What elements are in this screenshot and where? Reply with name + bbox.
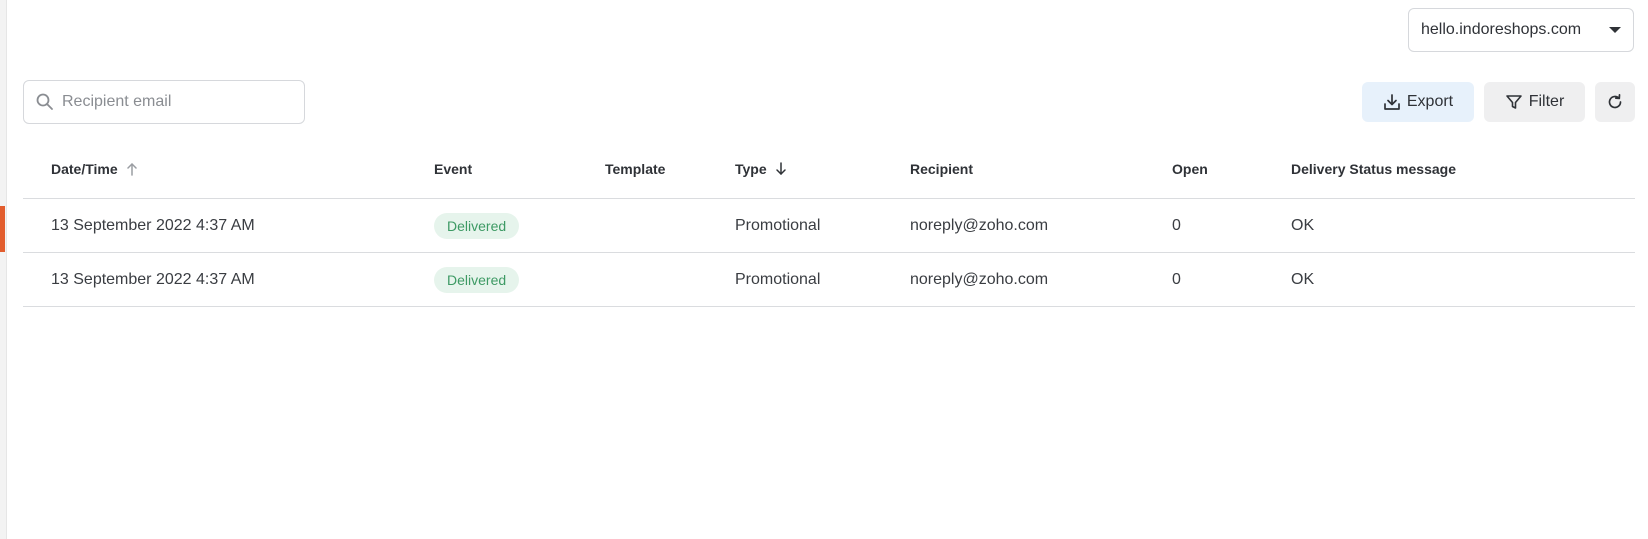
- refresh-icon: [1608, 93, 1622, 109]
- cell-date: 13 September 2022 4:37 AM: [51, 270, 255, 288]
- status-badge: Delivered: [434, 266, 520, 293]
- column-header-status-label: Delivery Status message: [1291, 161, 1456, 177]
- filter-button[interactable]: Filter: [1484, 82, 1585, 122]
- refresh-button[interactable]: [1595, 82, 1635, 122]
- table-row[interactable]: 13 September 2022 4:37 AM Delivered Prom…: [23, 199, 1635, 253]
- cell-open: 0: [1172, 270, 1181, 288]
- download-icon: [1384, 94, 1400, 110]
- cell-recipient: noreply@zoho.com: [910, 270, 1049, 288]
- email-log-table: Date/Time Event Template Type Recipient …: [23, 140, 1635, 307]
- column-header-type[interactable]: Type: [735, 140, 787, 198]
- column-header-date[interactable]: Date/Time: [51, 140, 138, 198]
- export-button[interactable]: Export: [1362, 82, 1474, 122]
- status-badge: Delivered: [434, 212, 520, 239]
- export-button-label: Export: [1406, 93, 1454, 110]
- search-icon: [36, 93, 53, 110]
- column-header-event-label: Event: [434, 161, 473, 177]
- sort-descending-icon: [775, 162, 786, 175]
- active-nav-indicator: [0, 206, 5, 252]
- column-header-template-label: Template: [605, 161, 666, 177]
- cell-event: Delivered: [434, 199, 520, 252]
- cell-open: 0: [1172, 216, 1181, 234]
- domain-select[interactable]: hello.indoreshops.com: [1408, 8, 1634, 52]
- cell-status: OK: [1291, 216, 1315, 234]
- cell-status: OK: [1291, 270, 1315, 288]
- cell-date: 13 September 2022 4:37 AM: [51, 216, 255, 234]
- search-box[interactable]: [23, 80, 305, 124]
- cell-event: Delivered: [434, 253, 520, 306]
- column-header-open-label: Open: [1172, 161, 1208, 177]
- domain-select-value: hello.indoreshops.com: [1421, 21, 1582, 38]
- search-input[interactable]: [60, 92, 294, 112]
- filter-button-label: Filter: [1528, 93, 1565, 110]
- cell-type: Promotional: [735, 270, 821, 288]
- caret-down-icon: [1609, 27, 1621, 33]
- column-header-open[interactable]: Open: [1172, 140, 1208, 198]
- column-header-recipient[interactable]: Recipient: [910, 140, 973, 198]
- table-header: Date/Time Event Template Type Recipient …: [23, 140, 1635, 199]
- left-sidebar-rail: [0, 0, 7, 539]
- column-header-status[interactable]: Delivery Status message: [1291, 140, 1456, 198]
- column-header-date-label: Date/Time: [51, 161, 118, 177]
- cell-type: Promotional: [735, 216, 821, 234]
- column-header-template[interactable]: Template: [605, 140, 665, 198]
- cell-recipient: noreply@zoho.com: [910, 216, 1049, 234]
- filter-icon: [1505, 95, 1522, 109]
- table-row[interactable]: 13 September 2022 4:37 AM Delivered Prom…: [23, 253, 1635, 307]
- column-header-event[interactable]: Event: [434, 140, 472, 198]
- sort-ascending-icon: [126, 163, 137, 176]
- column-header-type-label: Type: [735, 161, 767, 177]
- column-header-recipient-label: Recipient: [910, 161, 974, 177]
